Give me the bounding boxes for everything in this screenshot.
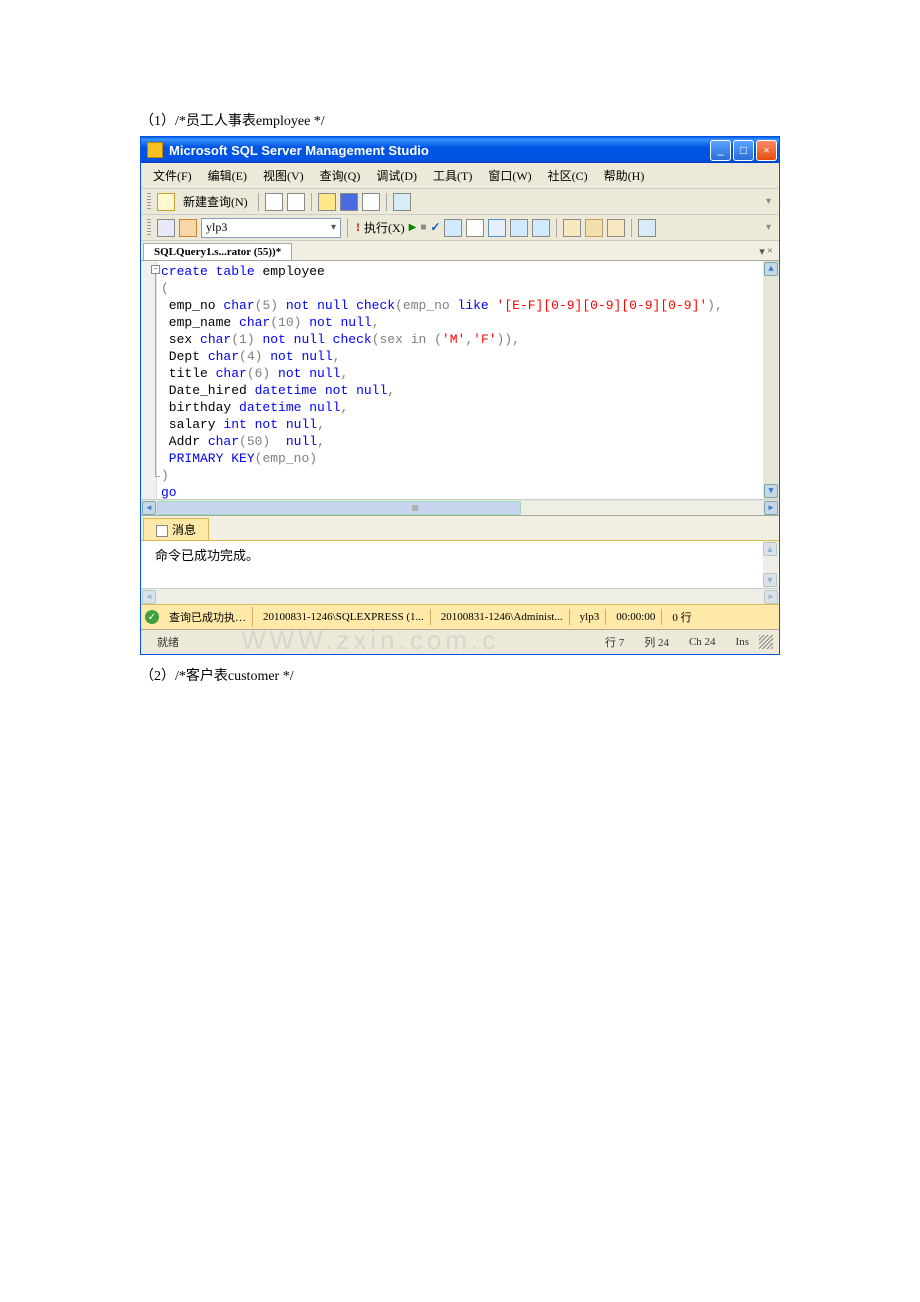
- menu-query[interactable]: 查询(Q): [314, 165, 367, 186]
- query-success-icon: ✓: [145, 610, 159, 624]
- status-ready: 就绪: [147, 632, 189, 652]
- ssms-window: Microsoft SQL Server Management Studio _…: [140, 136, 780, 655]
- scroll-left-icon[interactable]: [142, 501, 156, 515]
- new-project-icon[interactable]: [287, 193, 305, 211]
- status-rows: 0 行: [666, 607, 697, 627]
- new-query-icon[interactable]: [157, 193, 175, 211]
- specify-values-icon[interactable]: [638, 219, 656, 237]
- results-grid-icon[interactable]: [488, 219, 506, 237]
- hscroll-thumb[interactable]: [157, 501, 521, 515]
- status-line: 行 7: [595, 632, 634, 652]
- status-time: 00:00:00: [610, 609, 662, 625]
- parse-check-icon[interactable]: ✓: [430, 220, 440, 235]
- results-text-icon[interactable]: [510, 219, 528, 237]
- uncomment-icon[interactable]: [585, 219, 603, 237]
- change-connection-icon[interactable]: [179, 219, 197, 237]
- scroll-right-icon[interactable]: [764, 501, 778, 515]
- msg-scroll-down-icon[interactable]: [763, 573, 777, 587]
- msg-scroll-up-icon[interactable]: [763, 542, 777, 556]
- minimize-button[interactable]: _: [710, 140, 731, 161]
- messages-tab[interactable]: 消息: [143, 518, 209, 540]
- toolbar-grip-2[interactable]: [147, 219, 151, 237]
- watermark-text: WWW.zxin.com.c: [241, 625, 499, 656]
- scroll-up-icon[interactable]: [764, 262, 778, 276]
- editor-vscrollbar[interactable]: [763, 261, 779, 499]
- indent-icon[interactable]: [607, 219, 625, 237]
- new-file-icon[interactable]: [265, 193, 283, 211]
- code-area[interactable]: create table employee ( emp_no char(5) n…: [157, 261, 763, 499]
- messages-pane[interactable]: 命令已成功完成。: [141, 540, 779, 588]
- activity-monitor-icon[interactable]: [393, 193, 411, 211]
- app-icon: [147, 142, 163, 158]
- execute-bang-icon[interactable]: !: [354, 220, 362, 235]
- doc-caption-2: （2）/*客户表customer */: [140, 665, 780, 685]
- status-ch: Ch 24: [679, 634, 726, 650]
- resize-grip-icon[interactable]: [759, 635, 773, 649]
- save-icon[interactable]: [340, 193, 358, 211]
- execute-button[interactable]: 执行(X): [364, 219, 405, 236]
- messages-vscrollbar[interactable]: [763, 541, 779, 588]
- message-text: 命令已成功完成。: [155, 548, 259, 563]
- toolbar-overflow-icon[interactable]: ▾: [766, 196, 775, 207]
- menu-window[interactable]: 窗口(W): [482, 165, 537, 186]
- stop-icon[interactable]: ■: [420, 222, 426, 233]
- titlebar[interactable]: Microsoft SQL Server Management Studio _…: [141, 137, 779, 163]
- query-tab[interactable]: SQLQuery1.s...rator (55))*: [143, 243, 292, 260]
- sql-editor[interactable]: – create table employee ( emp_no char(5)…: [141, 261, 779, 499]
- database-selector[interactable]: ylp3: [201, 218, 341, 238]
- menu-edit[interactable]: 编辑(E): [202, 165, 253, 186]
- outline-gutter: –: [141, 261, 157, 499]
- status-query-text: 查询已成功执…: [163, 607, 253, 627]
- open-icon[interactable]: [318, 193, 336, 211]
- scroll-down-icon[interactable]: [764, 484, 778, 498]
- comment-icon[interactable]: [563, 219, 581, 237]
- app-status-bar: WWW.zxin.com.c 就绪 行 7 列 24 Ch 24 Ins: [141, 629, 779, 654]
- status-ins: Ins: [726, 634, 759, 650]
- messages-hscrollbar[interactable]: [141, 588, 779, 604]
- collapse-toggle-icon[interactable]: –: [151, 265, 160, 274]
- status-col: 列 24: [634, 632, 679, 652]
- menu-community[interactable]: 社区(C): [542, 165, 594, 186]
- standard-toolbar: 新建查询(N) ▾: [141, 189, 779, 215]
- editor-hscrollbar[interactable]: [141, 499, 779, 515]
- menubar: 文件(F) 编辑(E) 视图(V) 查询(Q) 调试(D) 工具(T) 窗口(W…: [141, 163, 779, 189]
- toolbar-grip[interactable]: [147, 193, 151, 211]
- toolbar2-overflow-icon[interactable]: ▾: [766, 222, 775, 233]
- estimated-plan-icon[interactable]: [444, 219, 462, 237]
- window-title: Microsoft SQL Server Management Studio: [169, 143, 710, 158]
- status-db: ylp3: [574, 609, 607, 625]
- query-status-bar: ✓ 查询已成功执… 20100831-1246\SQLEXPRESS (1...…: [141, 604, 779, 629]
- msg-scroll-left-icon[interactable]: [142, 590, 156, 604]
- status-server: 20100831-1246\SQLEXPRESS (1...: [257, 609, 431, 625]
- status-user: 20100831-1246\Administ...: [435, 609, 570, 625]
- msg-scroll-right-icon[interactable]: [764, 590, 778, 604]
- include-plan-icon[interactable]: [532, 219, 550, 237]
- tab-list-dropdown-icon[interactable]: ▾: [759, 245, 765, 258]
- sql-editor-toolbar: ylp3 ! 执行(X) ▶ ■ ✓ ▾: [141, 215, 779, 241]
- menu-help[interactable]: 帮助(H): [598, 165, 651, 186]
- doc-caption-1: （1）/*员工人事表employee */: [140, 110, 780, 130]
- new-query-button[interactable]: 新建查询(N): [179, 193, 252, 210]
- debug-play-icon[interactable]: ▶: [409, 222, 417, 233]
- maximize-button[interactable]: □: [733, 140, 754, 161]
- connect-icon[interactable]: [157, 219, 175, 237]
- tab-close-icon[interactable]: ×: [767, 245, 773, 258]
- results-tabstrip: 消息: [141, 515, 779, 540]
- menu-view[interactable]: 视图(V): [257, 165, 310, 186]
- print-icon[interactable]: [362, 193, 380, 211]
- menu-tools[interactable]: 工具(T): [427, 165, 478, 186]
- messages-tab-icon: [156, 525, 168, 537]
- menu-file[interactable]: 文件(F): [147, 165, 198, 186]
- close-button[interactable]: ×: [756, 140, 777, 161]
- menu-debug[interactable]: 调试(D): [370, 165, 423, 186]
- document-tabstrip: SQLQuery1.s...rator (55))* ▾ ×: [141, 241, 779, 261]
- query-options-icon[interactable]: [466, 219, 484, 237]
